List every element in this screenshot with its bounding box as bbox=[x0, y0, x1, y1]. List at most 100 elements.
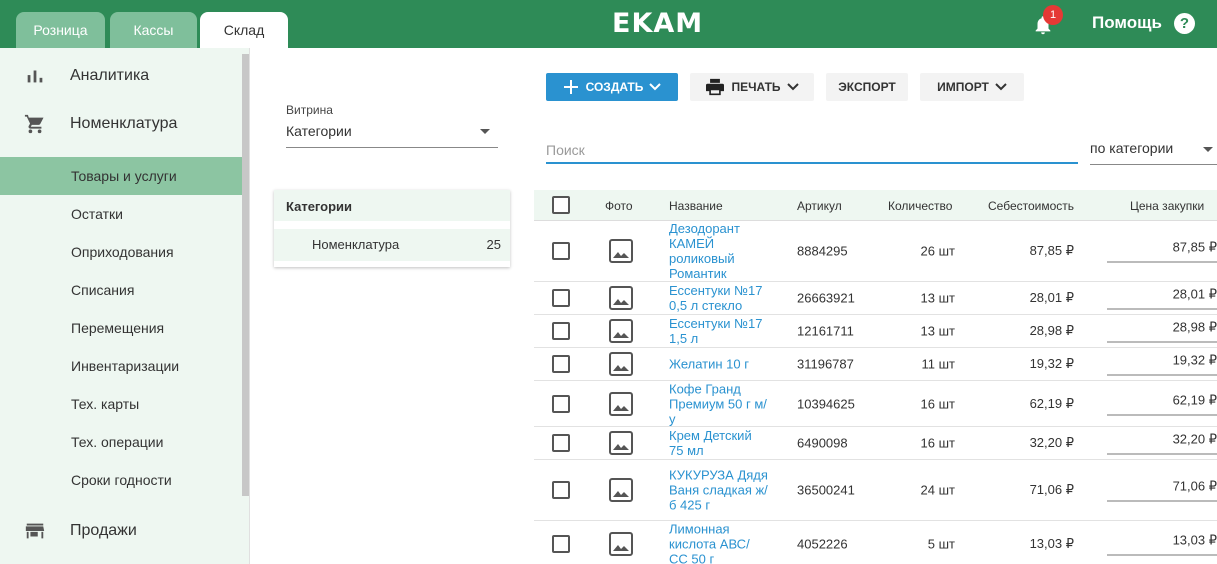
sidebar-item-write-offs[interactable]: Списания bbox=[0, 271, 242, 309]
purchase-price-field[interactable]: 13,03 ₽ bbox=[1107, 532, 1217, 555]
export-button[interactable]: ЭКСПОРТ bbox=[826, 73, 908, 101]
chevron-down-icon bbox=[995, 83, 1007, 91]
product-article: 4052226 bbox=[797, 536, 848, 551]
chevron-down-icon bbox=[786, 83, 799, 91]
product-name-link[interactable]: Кофе Гранд Премиум 50 г м/у bbox=[669, 381, 769, 426]
purchase-price-field[interactable]: 28,01 ₽ bbox=[1107, 287, 1217, 310]
product-article: 10394625 bbox=[797, 396, 855, 411]
column-name[interactable]: Название bbox=[669, 199, 723, 213]
table-header: Фото Название Артикул Количество Себесто… bbox=[534, 190, 1217, 221]
category-item[interactable]: Номенклатура 25 bbox=[274, 229, 510, 261]
table-row[interactable]: Ессентуки №17 1,5 л 12161711 13 шт 28,98… bbox=[534, 315, 1217, 348]
sidebar-item-goods-services[interactable]: Товары и услуги bbox=[0, 157, 242, 195]
product-quantity: 13 шт bbox=[920, 290, 955, 306]
table-row[interactable]: Кофе Гранд Премиум 50 г м/у 10394625 16 … bbox=[534, 381, 1217, 427]
product-cost: 19,32 ₽ bbox=[1029, 356, 1074, 371]
purchase-price-field[interactable]: 87,85 ₽ bbox=[1107, 240, 1217, 263]
search-input[interactable] bbox=[546, 138, 1078, 164]
sidebar-item-label: Продажи bbox=[70, 522, 137, 539]
cart-icon bbox=[24, 114, 44, 134]
create-button[interactable]: СОЗДАТЬ bbox=[546, 73, 678, 101]
category-count: 25 bbox=[486, 237, 501, 252]
sidebar-item-tech-cards[interactable]: Тех. карты bbox=[0, 385, 242, 423]
column-article[interactable]: Артикул bbox=[797, 199, 842, 213]
tab-retail[interactable]: Розница bbox=[16, 12, 105, 48]
sidebar-item-label: Номенклатура bbox=[70, 115, 178, 132]
categories-header: Категории bbox=[274, 190, 510, 221]
sidebar-item-expiry-dates[interactable]: Сроки годности bbox=[0, 461, 242, 499]
product-cost: 28,01 ₽ bbox=[1029, 290, 1074, 305]
help-link[interactable]: Помощь bbox=[1092, 13, 1162, 33]
row-checkbox[interactable] bbox=[552, 534, 570, 553]
top-bar: Розница Кассы Склад EKAM 1 Помощь ? bbox=[0, 0, 1217, 48]
purchase-price-field[interactable]: 32,20 ₽ bbox=[1107, 432, 1217, 455]
product-quantity: 13 шт bbox=[920, 323, 955, 339]
product-quantity: 24 шт bbox=[920, 482, 955, 498]
product-cost: 62,19 ₽ bbox=[1029, 395, 1074, 411]
import-button-label: ИМПОРТ bbox=[937, 80, 989, 94]
row-checkbox[interactable] bbox=[552, 242, 570, 260]
sidebar: Аналитика Номенклатура Товары и услуги О… bbox=[0, 48, 250, 564]
logo[interactable]: EKAM bbox=[612, 8, 703, 39]
product-name-link[interactable]: КУКУРУЗА Дядя Ваня сладкая ж/б 425 г bbox=[669, 468, 769, 513]
row-checkbox[interactable] bbox=[552, 355, 570, 373]
table-row[interactable]: Желатин 10 г 31196787 11 шт 19,32 ₽ 19,3… bbox=[534, 348, 1217, 381]
product-article: 6490098 bbox=[797, 435, 848, 451]
notification-badge: 1 bbox=[1043, 5, 1063, 25]
purchase-price-field[interactable]: 71,06 ₽ bbox=[1107, 479, 1217, 502]
product-name-link[interactable]: Дезодорант КАМЕЙ роликовый Романтик bbox=[669, 221, 769, 281]
sidebar-item-nomenclature[interactable]: Номенклатура bbox=[0, 100, 242, 148]
dropdown-arrow-icon bbox=[480, 129, 490, 134]
plus-icon bbox=[563, 80, 578, 94]
image-placeholder-icon bbox=[609, 239, 633, 263]
sidebar-item-analytics[interactable]: Аналитика bbox=[0, 52, 242, 100]
table-row[interactable]: Ессентуки №17 0,5 л стекло 26663921 13 ш… bbox=[534, 282, 1217, 315]
sidebar-item-sales[interactable]: Продажи bbox=[0, 507, 242, 555]
row-checkbox[interactable] bbox=[552, 394, 570, 413]
vitrina-select[interactable]: Категории bbox=[286, 120, 498, 148]
dropdown-arrow-icon bbox=[1203, 147, 1213, 152]
purchase-price-field[interactable]: 19,32 ₽ bbox=[1107, 353, 1217, 376]
create-button-label: СОЗДАТЬ bbox=[585, 80, 644, 94]
product-quantity: 11 шт bbox=[921, 356, 956, 372]
row-checkbox[interactable] bbox=[552, 289, 570, 307]
category-name: Номенклатура bbox=[312, 237, 400, 252]
print-button[interactable]: ПЕЧАТЬ bbox=[690, 73, 814, 101]
import-button[interactable]: ИМПОРТ bbox=[920, 73, 1024, 101]
row-checkbox[interactable] bbox=[552, 481, 570, 499]
column-cost[interactable]: Себестоимость bbox=[988, 199, 1074, 213]
column-quantity[interactable]: Количество bbox=[888, 199, 952, 213]
sidebar-item-inventories[interactable]: Инвентаризации bbox=[0, 347, 242, 385]
row-checkbox[interactable] bbox=[552, 322, 570, 340]
help-icon[interactable]: ? bbox=[1174, 13, 1195, 34]
sidebar-item-label: Аналитика bbox=[70, 67, 150, 84]
purchase-price-field[interactable]: 28,98 ₽ bbox=[1107, 320, 1217, 343]
purchase-price-field[interactable]: 62,19 ₽ bbox=[1107, 392, 1217, 415]
sidebar-item-stock[interactable]: Остатки bbox=[0, 195, 242, 233]
product-name-link[interactable]: Лимонная кислота АВС/ СС 50 г bbox=[669, 521, 769, 564]
product-cost: 87,85 ₽ bbox=[1029, 243, 1074, 258]
table-row[interactable]: Дезодорант КАМЕЙ роликовый Романтик 8884… bbox=[534, 221, 1217, 282]
column-photo: Фото bbox=[605, 199, 633, 213]
search-filter-select[interactable]: по категории bbox=[1090, 137, 1217, 165]
product-name-link[interactable]: Ессентуки №17 0,5 л стекло bbox=[669, 283, 769, 313]
sidebar-scrollbar[interactable] bbox=[242, 54, 249, 496]
product-name-link[interactable]: Желатин 10 г bbox=[669, 357, 769, 372]
product-name-link[interactable]: Ессентуки №17 1,5 л bbox=[669, 316, 769, 346]
table-row[interactable]: Лимонная кислота АВС/ СС 50 г 4052226 5 … bbox=[534, 521, 1217, 564]
select-all-checkbox[interactable] bbox=[552, 196, 570, 214]
sidebar-item-tech-operations[interactable]: Тех. операции bbox=[0, 423, 242, 461]
tab-cash-registers[interactable]: Кассы bbox=[110, 12, 197, 48]
product-cost: 13,03 ₽ bbox=[1029, 535, 1074, 551]
product-article: 8884295 bbox=[797, 243, 848, 259]
table-row[interactable]: Крем Детский 75 мл 6490098 16 шт 32,20 ₽… bbox=[534, 427, 1217, 460]
image-placeholder-icon bbox=[609, 431, 633, 455]
categories-panel: Категории Номенклатура 25 bbox=[274, 190, 510, 267]
sidebar-item-transfers[interactable]: Перемещения bbox=[0, 309, 242, 347]
tab-warehouse[interactable]: Склад bbox=[200, 12, 288, 48]
column-purchase-price[interactable]: Цена закупки bbox=[1130, 199, 1204, 213]
table-row[interactable]: КУКУРУЗА Дядя Ваня сладкая ж/б 425 г 365… bbox=[534, 460, 1217, 521]
row-checkbox[interactable] bbox=[552, 434, 570, 452]
product-name-link[interactable]: Крем Детский 75 мл bbox=[669, 428, 769, 458]
sidebar-item-receipts[interactable]: Оприходования bbox=[0, 233, 242, 271]
